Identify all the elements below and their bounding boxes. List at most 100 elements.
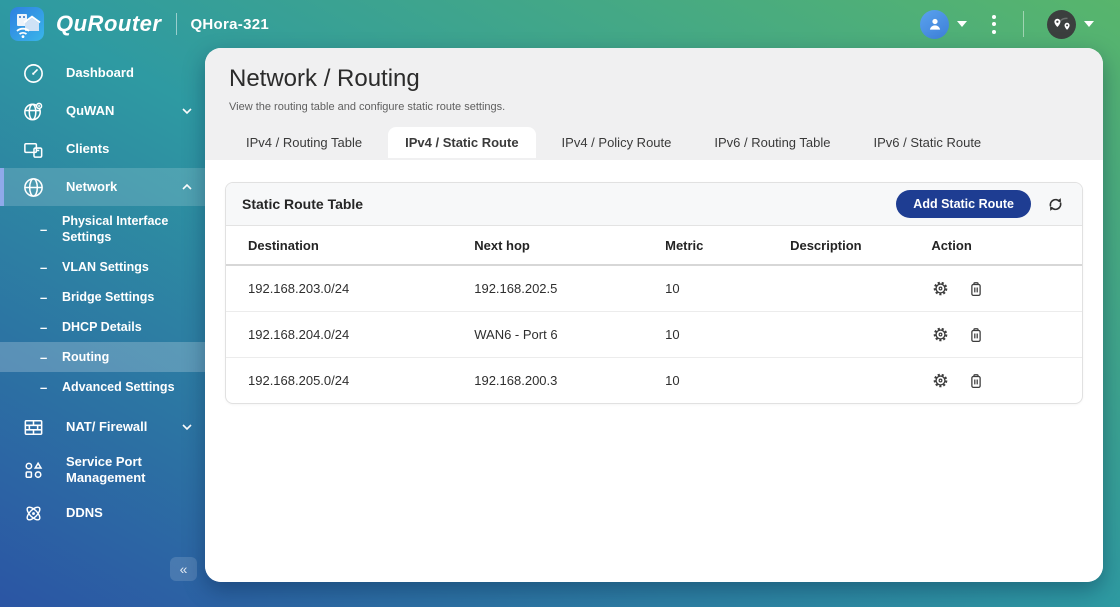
- region-globe-icon: [1047, 10, 1076, 39]
- network-submenu: – Physical Interface Settings – VLAN Set…: [0, 206, 205, 402]
- sidebar: Dashboard QuWAN Clients Network: [0, 48, 205, 607]
- sidebar-subitem-label: Advanced Settings: [62, 379, 175, 395]
- sidebar-subitem-dhcp-details[interactable]: – DHCP Details: [0, 312, 205, 342]
- sidebar-item-label: QuWAN: [66, 103, 114, 119]
- cell-next-hop: 192.168.202.5: [474, 265, 665, 312]
- gear-icon: [931, 371, 950, 390]
- chevron-up-icon: [181, 181, 193, 193]
- sidebar-item-label: Clients: [66, 141, 109, 157]
- edit-route-button[interactable]: [931, 325, 950, 344]
- brand-wordmark: QuRouter: [56, 11, 161, 37]
- refresh-icon: [1045, 194, 1066, 215]
- sidebar-subitem-physical-interface-settings[interactable]: – Physical Interface Settings: [0, 206, 205, 252]
- sidebar-item-label: DDNS: [66, 505, 103, 521]
- row-actions: [931, 371, 1074, 390]
- cell-destination: 192.168.203.0/24: [226, 265, 474, 312]
- row-actions: [931, 325, 1074, 344]
- cell-next-hop: 192.168.200.3: [474, 358, 665, 404]
- topbar-divider: [176, 13, 177, 35]
- dashboard-icon: [20, 62, 46, 85]
- firewall-icon: [20, 416, 46, 439]
- sidebar-item-label: NAT/ Firewall: [66, 419, 147, 435]
- user-menu-button[interactable]: [920, 10, 967, 39]
- tab-ipv4-static-route[interactable]: IPv4 / Static Route: [388, 127, 535, 158]
- page-title: Network / Routing: [229, 65, 1079, 93]
- sidebar-subitem-vlan-settings[interactable]: – VLAN Settings: [0, 252, 205, 282]
- topbar-separator: [1023, 11, 1024, 37]
- column-header-next-hop: Next hop: [474, 226, 665, 265]
- sidebar-subitem-routing[interactable]: – Routing: [0, 342, 205, 372]
- panel-body: Static Route Table Add Static Route: [205, 160, 1103, 582]
- tab-ipv4-routing-table[interactable]: IPv4 / Routing Table: [229, 127, 379, 158]
- cell-description: [790, 265, 931, 312]
- sidebar-item-dashboard[interactable]: Dashboard: [0, 54, 205, 92]
- static-route-table: Destination Next hop Metric Description …: [226, 226, 1082, 403]
- cell-destination: 192.168.204.0/24: [226, 312, 474, 358]
- dash-marker: –: [40, 320, 62, 335]
- add-static-route-button[interactable]: Add Static Route: [896, 190, 1031, 218]
- sidebar-subitem-bridge-settings[interactable]: – Bridge Settings: [0, 282, 205, 312]
- tab-ipv4-policy-route[interactable]: IPv4 / Policy Route: [545, 127, 689, 158]
- tab-ipv6-routing-table[interactable]: IPv6 / Routing Table: [697, 127, 847, 158]
- delete-route-button[interactable]: [967, 280, 985, 298]
- card-title: Static Route Table: [242, 196, 363, 212]
- tab-ipv6-static-route[interactable]: IPv6 / Static Route: [857, 127, 999, 158]
- sidebar-collapse-button[interactable]: «: [170, 557, 197, 581]
- dash-marker: –: [40, 290, 62, 305]
- column-header-description: Description: [790, 226, 931, 265]
- top-bar: QuRouter QHora-321: [0, 0, 1120, 48]
- region-selector-button[interactable]: [1047, 10, 1094, 39]
- column-header-action: Action: [931, 226, 1082, 265]
- gear-icon: [931, 325, 950, 344]
- sidebar-item-quwan[interactable]: QuWAN: [0, 92, 205, 130]
- table-row: 192.168.205.0/24 192.168.200.3 10: [226, 358, 1082, 404]
- sidebar-item-clients[interactable]: Clients: [0, 130, 205, 168]
- dash-marker: –: [40, 350, 62, 365]
- panel-header: Network / Routing View the routing table…: [205, 48, 1103, 160]
- cell-metric: 10: [665, 358, 790, 404]
- sidebar-subitem-advanced-settings[interactable]: – Advanced Settings: [0, 372, 205, 402]
- more-options-button[interactable]: [992, 15, 996, 34]
- static-route-table-card: Static Route Table Add Static Route: [225, 182, 1083, 404]
- row-actions: [931, 279, 1074, 298]
- cell-description: [790, 358, 931, 404]
- sidebar-item-network[interactable]: Network: [0, 168, 205, 206]
- table-row: 192.168.203.0/24 192.168.202.5 10: [226, 265, 1082, 312]
- table-header-row: Destination Next hop Metric Description …: [226, 226, 1082, 265]
- cell-next-hop: WAN6 - Port 6: [474, 312, 665, 358]
- sidebar-subitem-label: Bridge Settings: [62, 289, 154, 305]
- column-header-metric: Metric: [665, 226, 790, 265]
- refresh-button[interactable]: [1045, 194, 1066, 215]
- sidebar-item-label: Dashboard: [66, 65, 134, 81]
- sidebar-subitem-label: VLAN Settings: [62, 259, 149, 275]
- edit-route-button[interactable]: [931, 279, 950, 298]
- service-port-icon: [20, 459, 46, 482]
- sidebar-item-nat-firewall[interactable]: NAT/ Firewall: [0, 408, 205, 446]
- chevron-down-icon: [181, 421, 193, 433]
- card-actions: Add Static Route: [896, 190, 1066, 218]
- dash-marker: –: [40, 222, 62, 237]
- device-name: QHora-321: [190, 16, 269, 33]
- page-subtitle: View the routing table and configure sta…: [229, 101, 1079, 113]
- sidebar-item-service-port-management[interactable]: Service Port Management: [0, 446, 205, 494]
- table-row: 192.168.204.0/24 WAN6 - Port 6 10: [226, 312, 1082, 358]
- chevron-down-icon: [957, 21, 967, 27]
- chevron-down-icon: [181, 105, 193, 117]
- card-header: Static Route Table Add Static Route: [226, 183, 1082, 226]
- sidebar-subitem-label: DHCP Details: [62, 319, 142, 335]
- chevron-down-icon: [1084, 21, 1094, 27]
- edit-route-button[interactable]: [931, 371, 950, 390]
- user-avatar-icon: [920, 10, 949, 39]
- sidebar-item-ddns[interactable]: DDNS: [0, 494, 205, 532]
- delete-route-button[interactable]: [967, 326, 985, 344]
- sidebar-item-label: Network: [66, 179, 117, 195]
- trash-icon: [967, 326, 985, 344]
- dash-marker: –: [40, 260, 62, 275]
- dash-marker: –: [40, 380, 62, 395]
- clients-devices-icon: [20, 138, 46, 161]
- trash-icon: [967, 280, 985, 298]
- delete-route-button[interactable]: [967, 372, 985, 390]
- cell-metric: 10: [665, 265, 790, 312]
- cell-destination: 192.168.205.0/24: [226, 358, 474, 404]
- sidebar-subitem-label: Physical Interface Settings: [62, 213, 180, 245]
